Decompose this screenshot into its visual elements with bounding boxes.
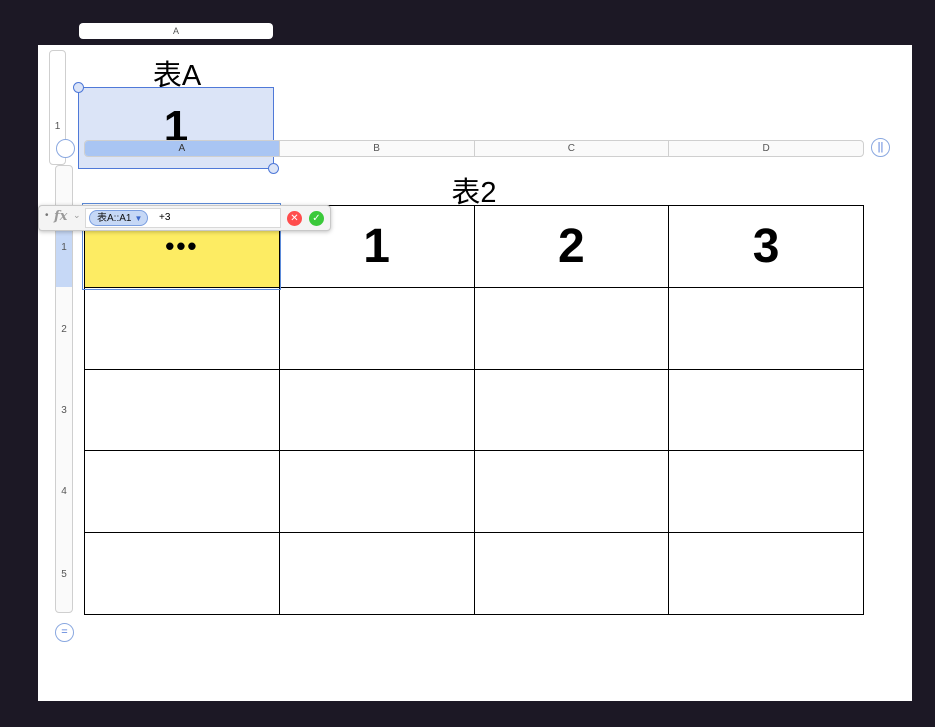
chevron-down-icon[interactable]: ⌄ — [73, 210, 81, 221]
reference-label: 表A::A1 — [97, 213, 132, 224]
row-header-2[interactable]: 2 — [56, 324, 72, 335]
cell-b3[interactable] — [278, 369, 475, 451]
cell-c2[interactable] — [473, 287, 670, 370]
cell-a4[interactable] — [84, 450, 280, 533]
cell-a3[interactable] — [84, 369, 280, 451]
table-2-column-headers: A B C D — [84, 140, 864, 157]
add-column-pause-icon[interactable]: || — [871, 138, 890, 157]
table-row — [84, 369, 864, 451]
cancel-formula-button[interactable]: ✕ — [287, 211, 302, 226]
cell-c3[interactable] — [473, 369, 670, 451]
table-2-grid: ••• 1 2 3 — [84, 205, 864, 615]
row-header-3[interactable]: 3 — [56, 405, 72, 416]
table-row — [84, 532, 864, 615]
cell-b2[interactable] — [278, 287, 475, 370]
token-dropdown-icon[interactable]: ▼ — [134, 214, 142, 223]
column-header-a[interactable]: A — [85, 141, 280, 156]
resize-handle-top-left[interactable] — [73, 82, 84, 93]
drag-handle-icon[interactable]: • — [45, 210, 49, 221]
cell-c4[interactable] — [473, 450, 670, 533]
table-select-handle-icon[interactable] — [56, 139, 75, 158]
cell-a5[interactable] — [84, 532, 280, 615]
table-2-row-headers: 1 2 3 4 5 — [55, 165, 73, 613]
row-header-1[interactable]: 1 — [56, 242, 72, 253]
formula-operator-text: +3 — [159, 212, 171, 223]
column-header-c[interactable]: C — [475, 141, 670, 156]
cell-d1[interactable]: 3 — [668, 205, 864, 288]
add-row-icon[interactable]: = — [55, 623, 74, 642]
cell-a2[interactable] — [84, 287, 280, 370]
column-header-b[interactable]: B — [280, 141, 475, 156]
row-header-5[interactable]: 5 — [56, 569, 72, 580]
cell-b4[interactable] — [278, 450, 475, 533]
cell-d5[interactable] — [668, 532, 864, 615]
cell-c5[interactable] — [473, 532, 670, 615]
cell-d4[interactable] — [668, 450, 864, 533]
resize-handle-bottom-right[interactable] — [268, 163, 279, 174]
table-row — [84, 450, 864, 533]
table-row — [84, 287, 864, 370]
table-a-column-header[interactable]: A — [79, 23, 273, 39]
cell-b5[interactable] — [278, 532, 475, 615]
cell-d2[interactable] — [668, 287, 864, 370]
table-a-row-label: 1 — [54, 121, 61, 132]
cell-d3[interactable] — [668, 369, 864, 451]
cell-reference-token[interactable]: 表A::A1 ▼ — [89, 210, 149, 226]
accept-formula-button[interactable]: ✓ — [309, 211, 324, 226]
function-icon[interactable]: fx — [54, 209, 67, 224]
row-header-4[interactable]: 4 — [56, 486, 72, 497]
cell-c1[interactable]: 2 — [473, 205, 670, 288]
formula-editor: • fx ⌄ 表A::A1 ▼ +3 ✕ ✓ — [38, 205, 331, 231]
column-header-d[interactable]: D — [669, 141, 863, 156]
formula-input[interactable]: 表A::A1 ▼ +3 — [85, 208, 281, 228]
